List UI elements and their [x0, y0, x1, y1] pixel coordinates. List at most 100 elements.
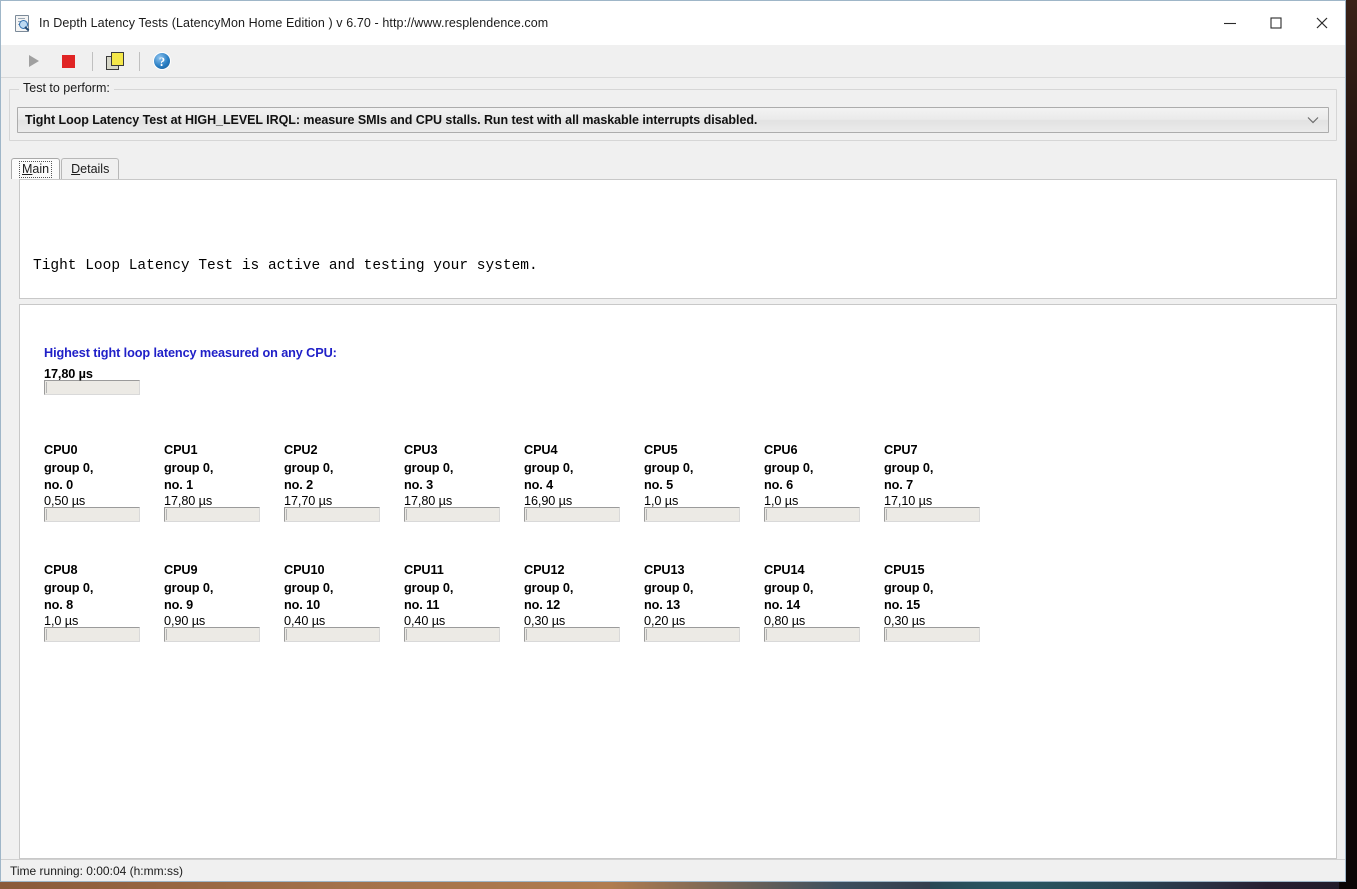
close-button[interactable] — [1299, 1, 1345, 45]
cpu-meter: CPU8 group 0, no. 8 1,0 µs — [44, 562, 140, 642]
tab-details[interactable]: Details — [61, 158, 120, 179]
tab-main[interactable]: Main — [11, 158, 61, 179]
chevron-down-icon — [1307, 117, 1319, 124]
title-bar: In Depth Latency Tests (LatencyMon Home … — [1, 1, 1345, 45]
cpu-meter-value: 0,90 µs — [164, 613, 206, 628]
cpu-meter: CPU4 group 0, no. 4 16,90 µs — [524, 442, 620, 522]
toolbar-separator-2 — [139, 51, 140, 71]
cpu-meter: CPU10 group 0, no. 10 0,40 µs — [284, 562, 380, 642]
cpu-meter-bar — [884, 626, 980, 642]
stop-icon — [61, 54, 75, 68]
close-icon — [1316, 17, 1328, 29]
help-icon: ? — [153, 52, 171, 70]
latencymon-window: In Depth Latency Tests (LatencyMon Home … — [0, 0, 1346, 882]
cpu-meter-title: CPU9 group 0, no. 9 — [164, 563, 214, 612]
cpu-meter-value: 17,80 µs — [404, 493, 453, 508]
cpu-meter-bar — [644, 506, 740, 522]
minimize-button[interactable] — [1207, 1, 1253, 45]
tab-details-accel: D — [71, 162, 81, 176]
cpu-meter-title: CPU3 group 0, no. 3 — [404, 443, 454, 492]
cpu-meter: CPU3 group 0, no. 3 17,80 µs — [404, 442, 500, 522]
cpu-meter-title: CPU7 group 0, no. 7 — [884, 443, 934, 492]
cpu-meter: CPU2 group 0, no. 2 17,70 µs — [284, 442, 380, 522]
cpu-meter-title: CPU10 group 0, no. 10 — [284, 563, 334, 612]
cpu-meter-value: 0,30 µs — [524, 613, 566, 628]
cpu-meter-value: 0,50 µs — [44, 493, 86, 508]
cpu-meter-bar — [284, 506, 380, 522]
play-icon — [29, 55, 39, 67]
cpu-meter-value: 17,80 µs — [164, 493, 213, 508]
cpu-meter-bar — [164, 506, 260, 522]
cpu-meter-title: CPU8 group 0, no. 8 — [44, 563, 94, 612]
cpu-meter-bar — [164, 626, 260, 642]
cpu-meter: CPU0 group 0, no. 0 0,50 µs — [44, 442, 140, 522]
cpu-meter: CPU11 group 0, no. 11 0,40 µs — [404, 562, 500, 642]
cpu-meter-title: CPU1 group 0, no. 1 — [164, 443, 214, 492]
window-title: In Depth Latency Tests (LatencyMon Home … — [39, 16, 549, 30]
cpu-meter-bar — [884, 506, 980, 522]
cpu-meter: CPU14 group 0, no. 14 0,80 µs — [764, 562, 860, 642]
cpu-meter-title: CPU0 group 0, no. 0 — [44, 443, 94, 492]
overall-meter-value: 17,80 µs — [44, 367, 93, 381]
cpu-meter-bar — [524, 626, 620, 642]
cpu-meter-value: 1,0 µs — [764, 493, 799, 508]
tab-bar: Main Details — [11, 157, 1345, 179]
cpu-meter-bar — [404, 626, 500, 642]
cpu-meter-bar — [404, 506, 500, 522]
cpu-meter-bar — [44, 626, 140, 642]
tab-main-label: ain — [32, 161, 50, 176]
help-button[interactable]: ? — [147, 48, 177, 74]
cpu-meter-value: 17,10 µs — [884, 493, 933, 508]
test-select-value: Tight Loop Latency Test at HIGH_LEVEL IR… — [25, 113, 758, 127]
cpu-meter-value: 0,20 µs — [644, 613, 686, 628]
cpu-meter: CPU12 group 0, no. 12 0,30 µs — [524, 562, 620, 642]
cpu-meter-title: CPU11 group 0, no. 11 — [404, 563, 454, 612]
test-select-dropdown[interactable]: Tight Loop Latency Test at HIGH_LEVEL IR… — [17, 107, 1329, 133]
maximize-icon — [1270, 17, 1282, 29]
cpu-meter-bar — [644, 626, 740, 642]
copy-to-clipboard-button[interactable] — [100, 48, 130, 74]
copy-windows-icon — [106, 52, 124, 70]
cpu-meter: CPU15 group 0, no. 15 0,30 µs — [884, 562, 980, 642]
cpu-meter-title: CPU12 group 0, no. 12 — [524, 563, 574, 612]
test-to-perform-group: Test to perform: Tight Loop Latency Test… — [9, 81, 1337, 141]
cpu-meter: CPU13 group 0, no. 13 0,20 µs — [644, 562, 740, 642]
toolbar-separator — [92, 51, 93, 71]
minimize-icon — [1224, 22, 1236, 25]
cpu-meter-bar — [764, 626, 860, 642]
cpu-meter: CPU5 group 0, no. 5 1,0 µs — [644, 442, 740, 522]
toolbar: ? — [1, 45, 1345, 78]
cpu-meter-title: CPU6 group 0, no. 6 — [764, 443, 814, 492]
tab-details-label: etails — [80, 162, 110, 176]
cpu-meter-title: CPU13 group 0, no. 13 — [644, 563, 694, 612]
cpu-meter-value: 17,70 µs — [284, 493, 333, 508]
cpu-meter: CPU1 group 0, no. 1 17,80 µs — [164, 442, 260, 522]
cpu-meter-value: 16,90 µs — [524, 493, 573, 508]
cpu-meter-title: CPU5 group 0, no. 5 — [644, 443, 694, 492]
cpu-meter-bar — [764, 506, 860, 522]
cpu-meter-bar — [284, 626, 380, 642]
cpu-meter-title: CPU4 group 0, no. 4 — [524, 443, 574, 492]
main-headline: Highest tight loop latency measured on a… — [44, 346, 337, 360]
cpu-meter-value: 0,40 µs — [284, 613, 326, 628]
cpu-meter: CPU9 group 0, no. 9 0,90 µs — [164, 562, 260, 642]
document-magnifier-icon — [14, 15, 30, 32]
overall-meter-bar — [44, 380, 140, 395]
maximize-button[interactable] — [1253, 1, 1299, 45]
status-headline: Tight Loop Latency Test is active and te… — [33, 258, 538, 274]
window-controls — [1207, 1, 1345, 45]
cpu-meter-value: 0,80 µs — [764, 613, 806, 628]
status-bar-text: Time running: 0:00:04 (h:mm:ss) — [10, 863, 183, 878]
status-bar: Time running: 0:00:04 (h:mm:ss) — [1, 859, 1345, 881]
cpu-meter-title: CPU15 group 0, no. 15 — [884, 563, 934, 612]
main-panel: Highest tight loop latency measured on a… — [19, 304, 1337, 859]
overall-meter: 17,80 µs — [44, 367, 140, 395]
status-panel: Tight Loop Latency Test is active and te… — [19, 179, 1337, 499]
cpu-meter-value: 0,40 µs — [404, 613, 446, 628]
cpu-meter-bar — [524, 506, 620, 522]
tab-main-accel: M — [22, 161, 33, 176]
cpu-meter-value: 1,0 µs — [44, 613, 79, 628]
start-test-button[interactable] — [19, 48, 49, 74]
stop-test-button[interactable] — [53, 48, 83, 74]
cpu-meter-title: CPU2 group 0, no. 2 — [284, 443, 334, 492]
